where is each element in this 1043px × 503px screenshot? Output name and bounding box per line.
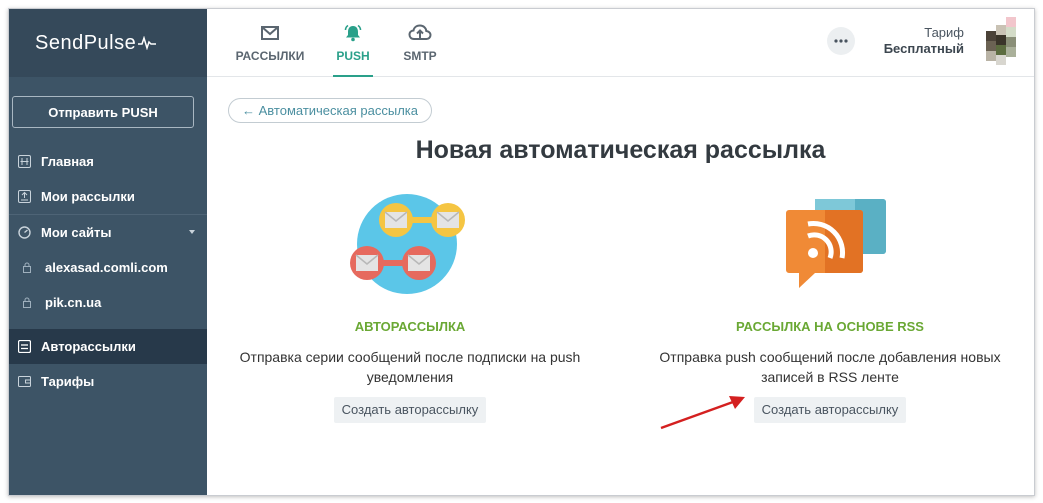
logo[interactable]: SendPulse [9, 9, 207, 77]
sidebar-item-home[interactable]: Главная [9, 144, 207, 179]
autoresponder-icon [17, 340, 31, 354]
back-link[interactable]: ← Автоматическая рассылка [228, 98, 432, 123]
avatar[interactable] [978, 15, 1020, 67]
card-description: Отправка серии сообщений после подписки … [239, 349, 581, 385]
sidebar-item-label: Тарифы [41, 374, 95, 389]
main-content: ← Автоматическая рассылка Новая автомати… [207, 78, 1034, 495]
app-window: SendPulse Отправить PUSH Главная Мои рас… [8, 8, 1035, 496]
sidebar-nav: Главная Мои рассылки Мои сайты alexasad.… [9, 144, 207, 399]
pulse-icon [138, 36, 157, 50]
sidebar-item-label: Авторассылки [41, 339, 136, 354]
arrow-annotation-icon [660, 396, 745, 430]
card-description: Отправка push сообщений после добавления… [659, 349, 1001, 385]
plan-info[interactable]: Тариф Бесплатный [884, 25, 964, 57]
envelope-icon [261, 23, 279, 43]
card-autoresponder: АВТОРАССЫЛКА Отправка серии сообщений по… [215, 188, 605, 423]
sidebar-item-label: alexasad.comli.com [45, 260, 168, 275]
lock-icon [23, 261, 31, 275]
logo-text: SendPulse [35, 31, 137, 54]
lock-icon [23, 296, 31, 310]
tab-label: PUSH [336, 49, 370, 63]
sidebar-item-mailings[interactable]: Мои рассылки [9, 179, 207, 214]
sidebar-item-label: Главная [41, 154, 94, 169]
tab-mailings[interactable]: РАССЫЛКИ [233, 9, 307, 77]
card-rss: РАССЫЛКА НА ОСНОВЕ RSS Отправка push соо… [635, 188, 1025, 423]
sites-icon [17, 226, 31, 240]
sidebar-item-site-pik[interactable]: pik.cn.ua [9, 285, 207, 320]
home-icon [17, 155, 31, 169]
wallet-icon [17, 375, 31, 389]
ellipsis-icon [834, 39, 848, 43]
autoresponder-illustration [215, 188, 605, 298]
sidebar-item-label: Мои сайты [41, 225, 112, 240]
tab-label: РАССЫЛКИ [235, 49, 305, 63]
page-title: Новая автоматическая рассылка [415, 136, 826, 164]
sidebar-item-sites[interactable]: Мои сайты [9, 215, 207, 250]
more-options-button[interactable] [827, 27, 855, 55]
create-rss-autoresponder-button[interactable]: Создать авторассылку [753, 397, 907, 423]
plan-value: Бесплатный [883, 41, 964, 56]
tab-smtp[interactable]: SMTP [401, 9, 439, 77]
tab-label: SMTP [403, 49, 437, 63]
sidebar-item-autoresponders[interactable]: Авторассылки [9, 329, 207, 364]
cloud-upload-icon [408, 23, 432, 43]
sidebar-item-label: pik.cn.ua [45, 295, 102, 310]
plan-label: Тариф [924, 25, 964, 40]
mailings-icon [17, 190, 31, 204]
bell-icon [343, 23, 363, 43]
send-push-button[interactable]: Отправить PUSH [12, 96, 194, 128]
card-title: АВТОРАССЫЛКА [354, 319, 466, 334]
card-title: РАССЫЛКА НА ОСНОВЕ RSS [736, 319, 924, 334]
sidebar-item-tariffs[interactable]: Тарифы [9, 364, 207, 399]
sidebar-item-site-alexasad[interactable]: alexasad.comli.com [9, 250, 207, 285]
chevron-down-icon[interactable] [189, 230, 195, 234]
create-autoresponder-button[interactable]: Создать авторассылку [333, 397, 487, 423]
sidebar-item-label: Мои рассылки [41, 189, 135, 204]
tab-push[interactable]: PUSH [333, 9, 373, 77]
sidebar: SendPulse Отправить PUSH Главная Мои рас… [9, 9, 207, 495]
rss-illustration [635, 188, 1025, 298]
top-bar: РАССЫЛКИ PUSH SMTP Тариф Бесплатный [207, 9, 1034, 77]
